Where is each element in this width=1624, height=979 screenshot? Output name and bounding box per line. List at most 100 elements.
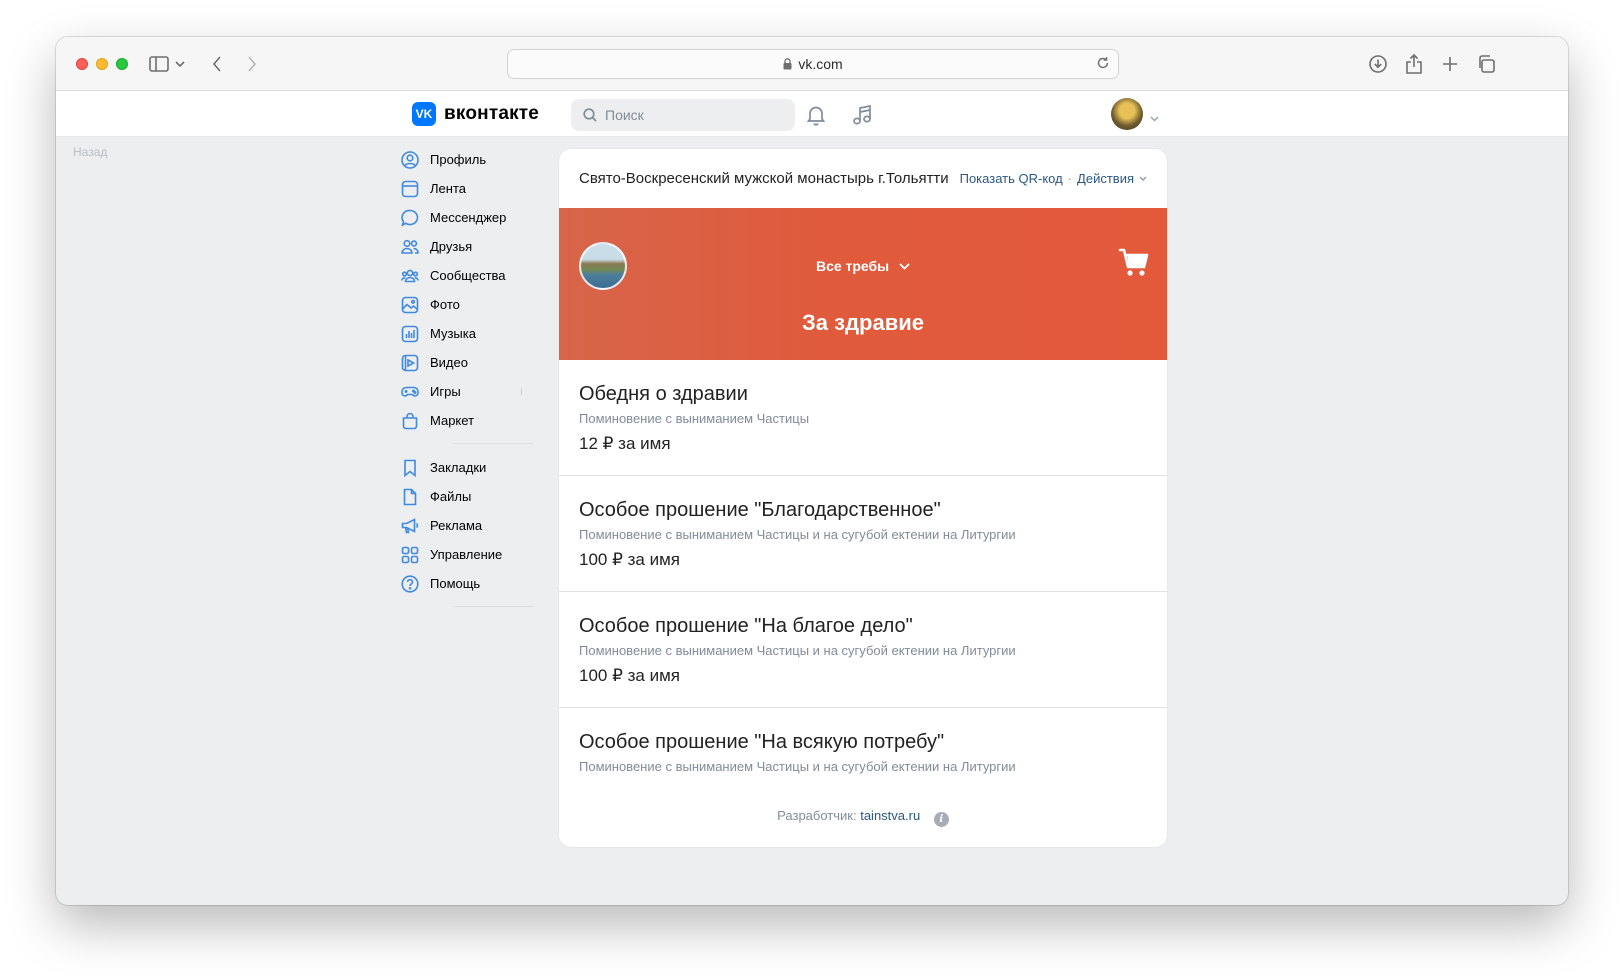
service-price: 100 ₽ за имя: [579, 550, 680, 569]
new-tab-icon[interactable]: [1438, 52, 1462, 76]
download-icon[interactable]: [1366, 52, 1390, 76]
developer-footer: Разработчик: tainstva.ru i: [559, 808, 1167, 827]
service-description: Поминовение с выниманием Частицы и на су…: [579, 527, 1016, 542]
sidebar-item-label: Фото: [430, 297, 460, 312]
sidebar-item-label: Помощь: [430, 576, 481, 591]
app-card: Свято-Воскресенский мужской монастырь г.…: [559, 149, 1167, 847]
communities-icon: [400, 266, 420, 286]
sidebar-item-profile[interactable]: Профиль: [400, 145, 550, 174]
service-description: Поминовение с выниманием Частицы и на су…: [579, 643, 1016, 658]
share-icon[interactable]: [1402, 52, 1426, 76]
vk-logo[interactable]: VK вконтакте: [412, 102, 539, 126]
sidebar-item-indicator: [521, 388, 522, 395]
service-title: Особое прошение "На благое дело": [579, 615, 913, 637]
back-arrow-icon[interactable]: [205, 52, 229, 76]
friends-icon: [400, 237, 420, 257]
photo-icon: [400, 295, 420, 315]
vk-logo-text: вконтакте: [444, 103, 540, 124]
sidebar-item-photo[interactable]: Фото: [400, 290, 550, 319]
sidebar-item-communities[interactable]: Сообщества: [400, 261, 550, 290]
chevron-down-icon: [899, 257, 910, 273]
sidebar-item-ads[interactable]: Реклама: [400, 511, 550, 540]
service-price: 12 ₽ за имя: [579, 434, 671, 453]
sidebar-item-market[interactable]: Маркет: [400, 406, 550, 435]
service-item[interactable]: Обедня о здравии Поминовение с вынимание…: [559, 360, 1167, 476]
vk-logo-mark: VK: [412, 102, 436, 126]
category-title: За здравие: [802, 310, 924, 335]
newsfeed-icon: [400, 179, 420, 199]
sidebar-item-feed[interactable]: Лента: [400, 174, 550, 203]
sidebar-item-music[interactable]: Музыка: [400, 319, 550, 348]
app-banner: Все требы За здравие: [559, 208, 1167, 360]
window-close-button[interactable]: [76, 58, 88, 70]
show-qr-link[interactable]: Показать QR-код: [960, 171, 1063, 186]
megaphone-icon: [400, 516, 420, 536]
service-item[interactable]: Особое прошение "Благодарственное" Помин…: [559, 476, 1167, 592]
gamepad-icon: [400, 382, 420, 402]
address-url: vk.com: [798, 56, 843, 72]
browser-window: vk.com VK вконтакте Поиск Назад Профиль …: [56, 37, 1568, 905]
sidebar-item-label: Управление: [430, 547, 503, 562]
sidebar-item-bookmarks[interactable]: Закладки: [400, 453, 550, 482]
service-title: Особое прошение "Благодарственное": [579, 499, 941, 521]
sidebar-item-label: Файлы: [430, 489, 472, 504]
sidebar-item-label: Друзья: [430, 239, 473, 254]
sidebar-item-label: Реклама: [430, 518, 483, 533]
service-description: Поминовение с выниманием Частицы и на су…: [579, 759, 1016, 774]
cart-icon[interactable]: [1118, 246, 1150, 283]
sidebar-item-label: Сообщества: [430, 268, 506, 283]
category-dropdown[interactable]: Все требы: [559, 257, 1167, 274]
user-circle-icon: [400, 150, 420, 170]
message-icon: [400, 208, 420, 228]
chevron-down-icon[interactable]: [1139, 176, 1147, 181]
service-price: 100 ₽ за имя: [579, 666, 680, 685]
service-title: Обедня о здравии: [579, 383, 748, 405]
actions-menu[interactable]: Действия: [1077, 171, 1134, 186]
sidebar-item-label: Игры: [430, 384, 461, 399]
window-maximize-button[interactable]: [116, 58, 128, 70]
card-actions: Показать QR-код · Действия: [960, 171, 1147, 186]
community-title[interactable]: Свято-Воскресенский мужской монастырь г.…: [579, 170, 949, 187]
grid-icon: [400, 545, 420, 565]
sidebar-item-messenger[interactable]: Мессенджер: [400, 203, 550, 232]
address-bar[interactable]: vk.com: [507, 49, 1119, 79]
bell-icon[interactable]: [804, 103, 828, 127]
service-item[interactable]: Особое прошение "На благое дело" Поминов…: [559, 592, 1167, 708]
developer-label: Разработчик:: [777, 808, 857, 823]
developer-link[interactable]: tainstva.ru: [860, 808, 920, 823]
bookmark-icon: [400, 458, 420, 478]
video-icon: [400, 353, 420, 373]
avatar[interactable]: [1111, 98, 1143, 130]
left-sidebar: Профиль Лента Мессенджер Друзья Сообщест…: [400, 145, 550, 616]
sidebar-item-files[interactable]: Файлы: [400, 482, 550, 511]
chevron-down-icon[interactable]: [173, 52, 187, 76]
chevron-down-icon[interactable]: [1150, 109, 1159, 127]
service-item[interactable]: Особое прошение "На всякую потребу" Поми…: [559, 708, 1167, 824]
search-icon: [583, 108, 597, 122]
music-icon: [400, 324, 420, 344]
search-box[interactable]: [571, 99, 795, 131]
browser-toolbar: vk.com: [56, 37, 1568, 91]
sidebar-item-games[interactable]: Игры: [400, 377, 550, 406]
sidebar-item-label: Профиль: [430, 152, 487, 167]
sidebar-item-management[interactable]: Управление: [400, 540, 550, 569]
reload-icon[interactable]: [1096, 56, 1110, 70]
sidebar-item-label: Закладки: [430, 460, 487, 475]
sidebar-item-label: Маркет: [430, 413, 475, 428]
sidebar-toggle-icon[interactable]: [147, 52, 171, 76]
back-link[interactable]: Назад: [73, 145, 107, 159]
sidebar-item-help[interactable]: Помощь: [400, 569, 550, 598]
card-header: Свято-Воскресенский мужской монастырь г.…: [559, 149, 1167, 208]
tab-overview-icon[interactable]: [1474, 52, 1498, 76]
search-input[interactable]: [605, 107, 785, 123]
separator-dot: ·: [1067, 171, 1073, 186]
file-icon: [400, 487, 420, 507]
sidebar-item-friends[interactable]: Друзья: [400, 232, 550, 261]
sidebar-item-video[interactable]: Видео: [400, 348, 550, 377]
window-minimize-button[interactable]: [96, 58, 108, 70]
vk-header: VK вконтакте: [56, 91, 1568, 137]
music-note-icon[interactable]: [850, 103, 874, 127]
info-icon[interactable]: i: [933, 812, 949, 827]
forward-arrow-icon[interactable]: [240, 52, 264, 76]
sidebar-item-label: Мессенджер: [430, 210, 507, 225]
